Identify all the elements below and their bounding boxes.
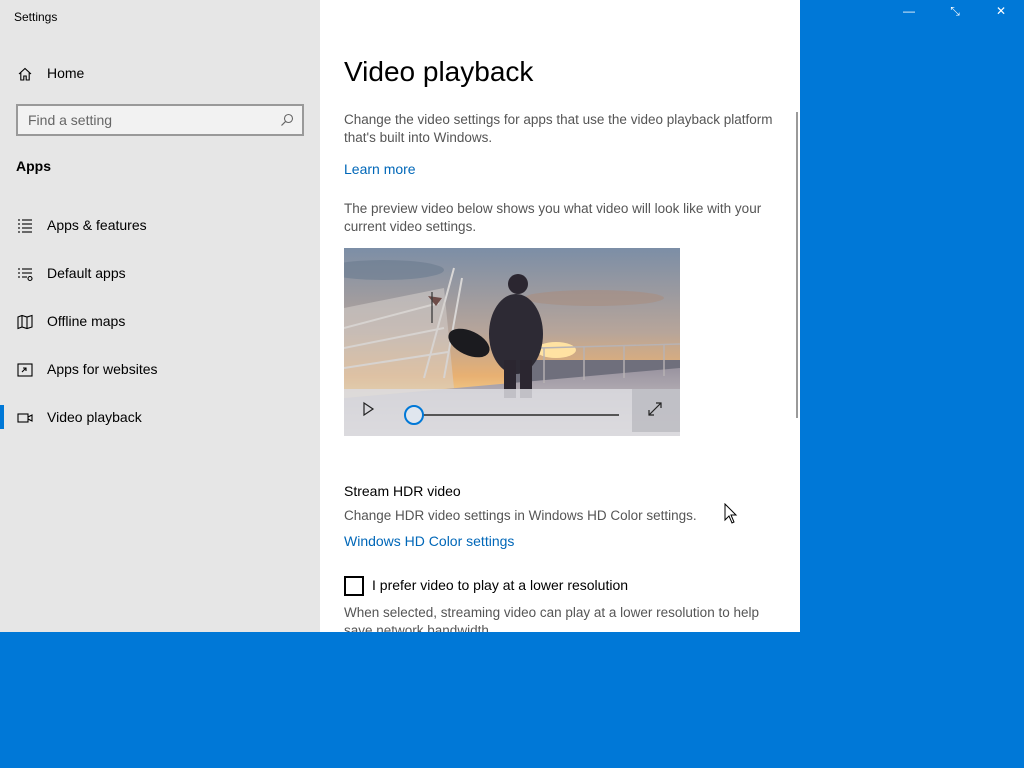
play-icon[interactable]	[360, 401, 376, 417]
video-controls	[344, 389, 680, 436]
sidebar-item-offline-maps[interactable]: Offline maps	[0, 301, 320, 341]
video-playback-icon	[17, 413, 33, 423]
sidebar-item-label: Apps for websites	[47, 361, 158, 377]
search-input[interactable]: Find a setting	[16, 104, 304, 136]
fullscreen-icon	[648, 402, 662, 416]
fullscreen-button[interactable]	[632, 389, 680, 432]
sidebar-item-home[interactable]: Home	[0, 53, 320, 93]
intro-text: Change the video settings for apps that …	[344, 112, 773, 145]
hdr-heading: Stream HDR video	[344, 483, 461, 499]
app-title: Settings	[14, 10, 58, 24]
title-bar-controls: — ⤡ ✕	[886, 0, 1024, 22]
hd-color-settings-link[interactable]: Windows HD Color settings	[344, 533, 514, 549]
sidebar: Settings Home Find a setting Apps Apps &…	[0, 0, 320, 632]
section-header: Apps	[16, 158, 51, 174]
search-icon[interactable]	[280, 113, 294, 127]
seek-track[interactable]	[414, 414, 619, 416]
sidebar-item-default-apps[interactable]: Default apps	[0, 253, 320, 293]
sidebar-item-label: Apps & features	[47, 217, 147, 233]
sidebar-item-label: Offline maps	[47, 313, 126, 329]
apps-features-icon	[18, 219, 32, 233]
default-apps-icon	[18, 268, 33, 282]
mouse-cursor-icon	[724, 503, 738, 524]
main-content: Video playback Change the video settings…	[320, 0, 800, 632]
lower-resolution-label[interactable]: I prefer video to play at a lower resolu…	[372, 577, 628, 593]
sidebar-item-label: Home	[47, 65, 85, 81]
sidebar-item-apps-for-websites[interactable]: Apps for websites	[0, 349, 320, 389]
close-button[interactable]: ✕	[978, 0, 1024, 22]
scrollbar[interactable]	[796, 112, 798, 418]
restore-button[interactable]: ⤡	[932, 0, 978, 22]
hdr-description: Change HDR video settings in Windows HD …	[344, 508, 697, 523]
page-title: Video playback	[344, 56, 534, 87]
sidebar-item-label: Video playback	[47, 409, 142, 425]
offline-maps-icon	[17, 314, 33, 330]
minimize-button[interactable]: —	[886, 0, 932, 22]
sidebar-item-label: Default apps	[47, 265, 126, 281]
apps-for-websites-icon	[17, 363, 33, 377]
lower-resolution-checkbox[interactable]	[344, 576, 364, 596]
sidebar-item-video-playback[interactable]: Video playback	[0, 397, 320, 437]
learn-more-link[interactable]: Learn more	[344, 161, 416, 177]
preview-description: The preview video below shows you what v…	[344, 201, 762, 234]
sidebar-item-apps-features[interactable]: Apps & features	[0, 205, 320, 245]
search-placeholder: Find a setting	[28, 112, 113, 128]
lower-resolution-description: When selected, streaming video can play …	[344, 605, 759, 632]
seek-thumb[interactable]	[404, 405, 424, 425]
home-icon	[18, 67, 32, 81]
preview-video[interactable]	[344, 248, 680, 436]
settings-window: Settings Home Find a setting Apps Apps &…	[0, 0, 800, 632]
active-indicator	[0, 405, 4, 429]
